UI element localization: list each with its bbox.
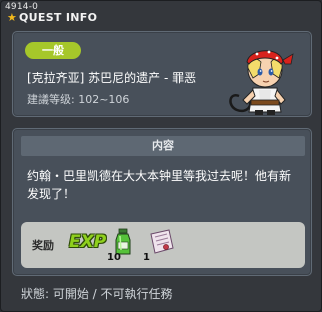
quest-name: [克拉齐亚] 苏巴尼的遗产 - 罪恶 (27, 71, 197, 85)
potion-quantity: 10 (107, 252, 121, 263)
quest-info-window: 4914-0 ★ QUEST INFO 一般 [克拉齐亚] 苏巴尼的遗产 - 罪… (0, 0, 322, 312)
reward-label: 奖励 (32, 239, 54, 252)
quest-status: 狀態: 可開始 / 不可執行任務 (21, 287, 173, 301)
quest-header-panel: 一般 [克拉齐亚] 苏巴尼的遗产 - 罪恶 建議等级: 102~106 (12, 31, 312, 117)
npc-portrait (229, 50, 294, 115)
star-icon: ★ (7, 10, 18, 24)
category-badge: 一般 (25, 42, 81, 59)
window-title-text: QUEST INFO (19, 11, 98, 24)
content-header: 内容 (21, 136, 305, 156)
window-title: ★ QUEST INFO (7, 11, 97, 24)
scroll-quantity: 1 (143, 252, 150, 263)
exp-reward: EXP (69, 232, 107, 252)
reward-box: 奖励 EXP 10 1 (21, 222, 305, 268)
quest-level: 建議等级: 102~106 (27, 93, 130, 106)
quest-description: 约翰・巴里凯德在大大本钟里等我过去呢！他有新发现了！ (27, 169, 292, 201)
quest-content-panel: 内容 约翰・巴里凯德在大大本钟里等我过去呢！他有新发现了！ 奖励 EXP 10 (12, 128, 312, 276)
reward-item-scroll[interactable]: 1 (143, 226, 174, 263)
reward-item-potion[interactable]: 10 (107, 226, 137, 263)
